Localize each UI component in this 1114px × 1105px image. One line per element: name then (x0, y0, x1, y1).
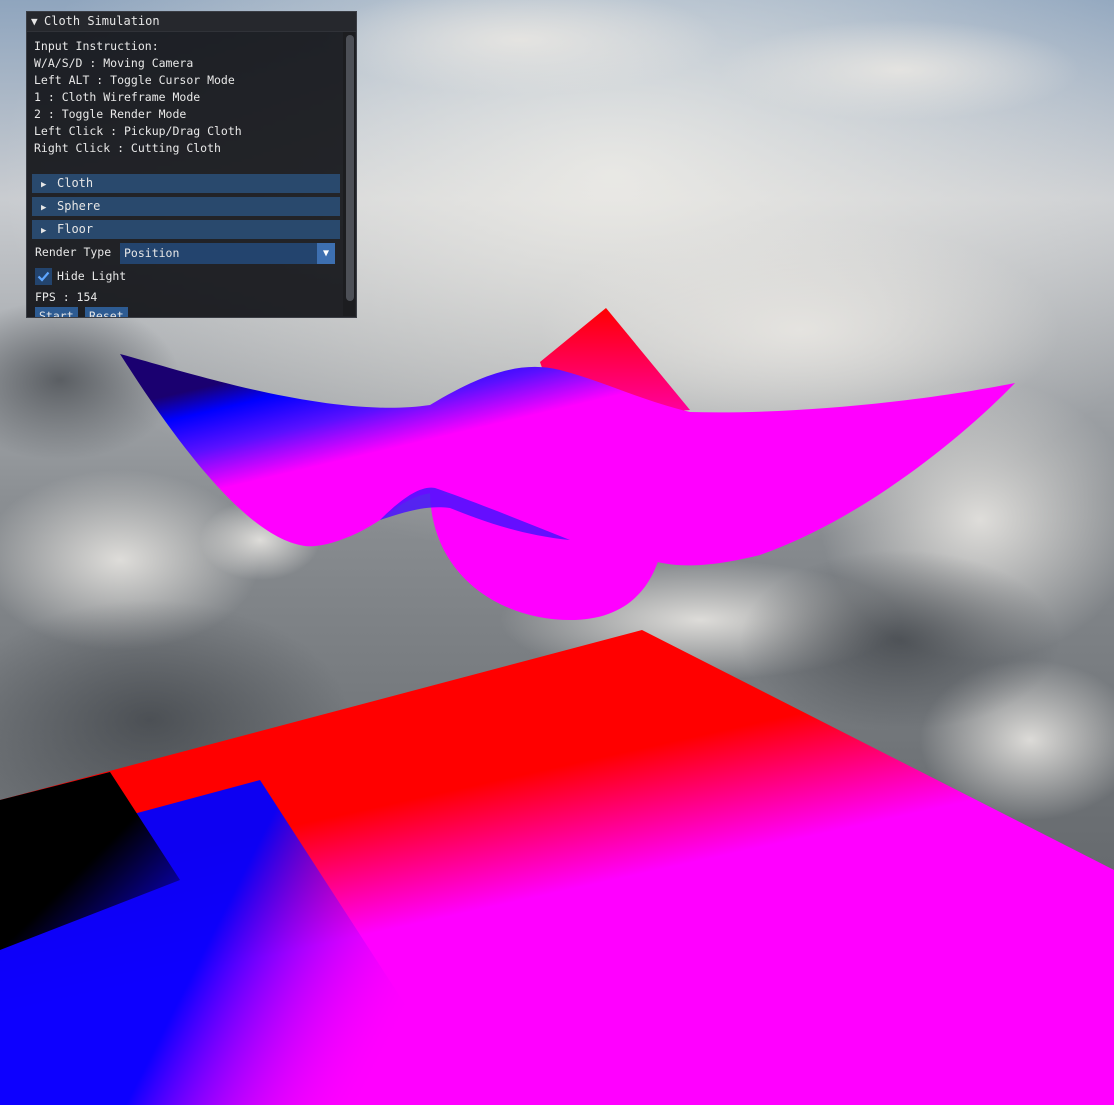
section-header-sphere[interactable]: ▶ Sphere (32, 197, 340, 216)
panel-title-bar[interactable]: ▼ Cloth Simulation (27, 12, 356, 32)
expand-arrow-icon: ▶ (41, 203, 47, 213)
instruction-line: Input Instruction: (34, 39, 159, 53)
render-type-dropdown[interactable]: Position ▼ (120, 243, 335, 264)
expand-arrow-icon: ▶ (41, 180, 47, 190)
fps-readout: FPS : 154 (35, 290, 98, 304)
section-label: Cloth (57, 176, 94, 190)
instructions-block: Input Instruction: W/A/S/D : Moving Came… (34, 38, 340, 157)
render-type-value: Position (124, 246, 180, 260)
instruction-line: Left ALT : Toggle Cursor Mode (34, 73, 235, 87)
instruction-line: 1 : Cloth Wireframe Mode (34, 90, 201, 104)
section-header-floor[interactable]: ▶ Floor (32, 220, 340, 239)
cloud (720, 20, 1080, 120)
instruction-line: Right Click : Cutting Cloth (34, 141, 221, 155)
section-label: Floor (57, 222, 94, 236)
hide-light-label: Hide Light (57, 269, 127, 283)
instruction-line: W/A/S/D : Moving Camera (34, 56, 194, 70)
cloth-simulation-panel[interactable]: ▼ Cloth Simulation Input Instruction: W/A… (26, 11, 357, 318)
reset-button[interactable]: Reset (85, 307, 128, 317)
render-type-row: Render Type Position ▼ (35, 243, 335, 264)
section-header-cloth[interactable]: ▶ Cloth (32, 174, 340, 193)
dark-cloud (740, 550, 1060, 730)
collapse-triangle-icon[interactable]: ▼ (31, 12, 44, 31)
checkmark-icon (37, 271, 50, 282)
panel-title: Cloth Simulation (44, 14, 160, 28)
expand-arrow-icon: ▶ (41, 226, 47, 236)
instruction-line: 2 : Toggle Render Mode (34, 107, 187, 121)
start-button[interactable]: Start (35, 307, 78, 317)
render-type-label: Render Type (35, 245, 112, 259)
dropdown-arrow-icon[interactable]: ▼ (317, 243, 335, 264)
scrollbar-thumb[interactable] (346, 35, 354, 301)
hide-light-checkbox[interactable] (35, 268, 52, 285)
instruction-line: Left Click : Pickup/Drag Cloth (34, 124, 242, 138)
section-label: Sphere (57, 199, 101, 213)
